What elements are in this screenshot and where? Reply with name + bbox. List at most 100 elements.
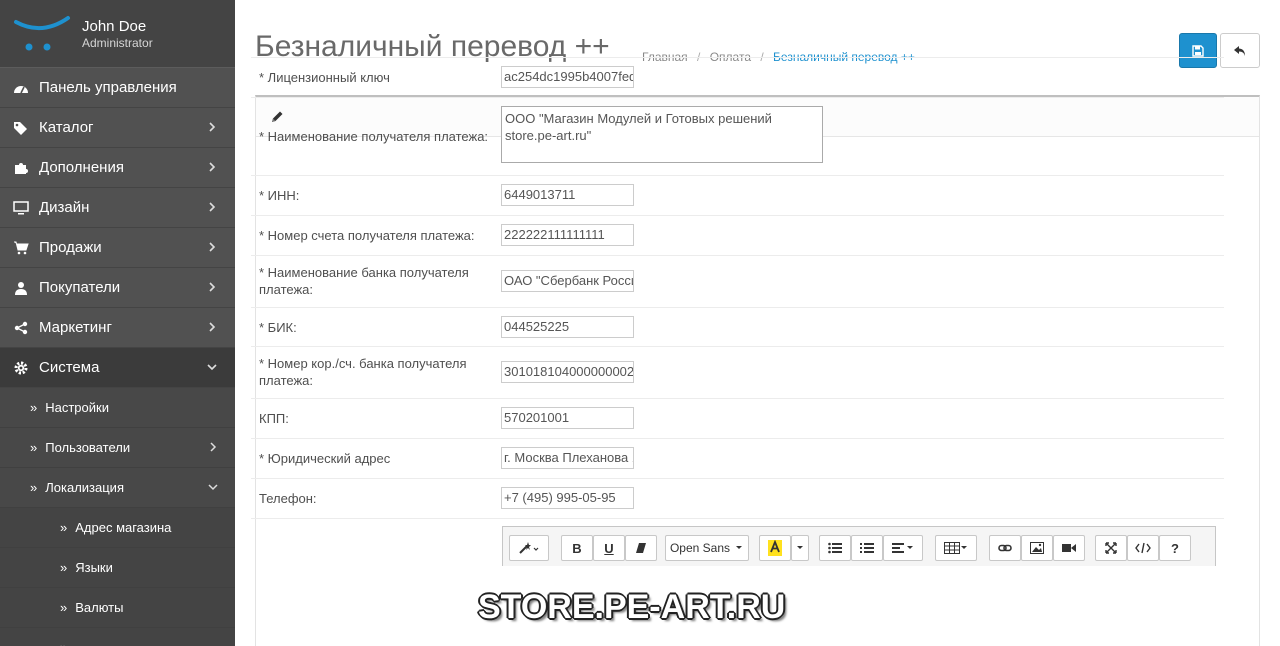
text-color-button[interactable] (759, 535, 791, 561)
user-profile[interactable]: John Doe Administrator (0, 0, 235, 68)
field-label: * Наименование получателя платежа: (259, 129, 489, 144)
double-chevron-right-icon: » (30, 400, 38, 415)
kpp-input[interactable]: 570201001 (501, 407, 634, 429)
field-label: * Наименование банка получателя платежа: (259, 265, 469, 297)
settings-form: * Лицензионный ключ ac254dc1995b4007fed … (251, 57, 1224, 538)
submenu-store-location[interactable]: » Адрес магазина (0, 508, 235, 548)
menu-label: Панель управления (39, 79, 177, 96)
submenu-label: Адрес магазина (75, 520, 172, 535)
unordered-list-button[interactable] (819, 535, 851, 561)
text-color-dropdown[interactable] (791, 535, 809, 561)
menu-customers[interactable]: Покупатели (0, 268, 235, 308)
chevron-down-icon (207, 364, 217, 371)
font-color-icon (768, 540, 782, 556)
submenu-label: Настройки (45, 400, 109, 415)
cart-icon (12, 241, 30, 255)
chevron-down-icon (208, 484, 218, 491)
share-icon (12, 321, 30, 335)
double-chevron-right-icon: » (30, 440, 38, 455)
image-button[interactable] (1021, 535, 1053, 561)
form-row-recipient-name: * Наименование получателя платежа: ООО "… (251, 97, 1224, 175)
gear-icon (12, 360, 30, 376)
list-ol-icon (860, 543, 874, 553)
code-icon (1135, 542, 1151, 554)
bold-button[interactable]: B (561, 535, 593, 561)
bik-input[interactable]: 044525225 (501, 316, 634, 338)
form-row-kpp: КПП: 570201001 (251, 398, 1224, 438)
magic-wand-icon (519, 542, 539, 554)
menu-catalog[interactable]: Каталог (0, 108, 235, 148)
submenu-settings[interactable]: » Настройки (0, 388, 235, 428)
chevron-right-icon (209, 202, 216, 212)
phone-input[interactable]: +7 (495) 995-05-95 (501, 487, 634, 509)
form-row-bik: * БИК: 044525225 (251, 307, 1224, 346)
menu-dashboard[interactable]: Панель управления (0, 68, 235, 108)
code-view-button[interactable] (1127, 535, 1159, 561)
link-button[interactable] (989, 535, 1021, 561)
ordered-list-button[interactable] (851, 535, 883, 561)
chevron-right-icon (209, 322, 216, 332)
back-button[interactable] (1220, 33, 1260, 68)
legal-address-input[interactable]: г. Москва Плеханова 1 (501, 447, 634, 469)
form-row-license-key: * Лицензионный ключ ac254dc1995b4007fed (251, 57, 1224, 97)
double-chevron-right-icon: » (60, 520, 68, 535)
field-label: * Номер кор./сч. банка получателя платеж… (259, 356, 467, 388)
menu-label: Дизайн (39, 199, 90, 216)
field-label: * Юридический адрес (259, 451, 391, 466)
submenu-partial-item[interactable]: » (0, 628, 235, 646)
license-key-input[interactable]: ac254dc1995b4007fed (501, 66, 634, 88)
corr-account-input[interactable]: 30101810400000000225 (501, 361, 634, 383)
tags-icon (12, 121, 30, 135)
submenu-currencies[interactable]: » Валюты (0, 588, 235, 628)
help-button[interactable]: ? (1159, 535, 1191, 561)
recipient-name-textarea[interactable]: ООО "Магазин Модулей и Готовых решений s… (501, 106, 823, 163)
paragraph-align-button[interactable] (883, 535, 923, 561)
submenu-label: Пользователи (45, 440, 131, 455)
dashboard-icon (12, 81, 30, 95)
link-icon (998, 544, 1012, 552)
rich-text-editor: B U Open Sans ? (502, 526, 1216, 566)
menu-label: Каталог (39, 119, 94, 136)
fullscreen-button[interactable] (1095, 535, 1127, 561)
chevron-right-icon (210, 442, 217, 452)
form-row-phone: Телефон: +7 (495) 995-05-95 (251, 478, 1224, 518)
submenu-languages[interactable]: » Языки (0, 548, 235, 588)
menu-extensions[interactable]: Дополнения (0, 148, 235, 188)
desktop-icon (12, 200, 30, 215)
double-chevron-right-icon: » (60, 640, 67, 646)
video-button[interactable] (1053, 535, 1085, 561)
user-role: Administrator (82, 35, 153, 50)
double-chevron-right-icon: » (30, 480, 38, 495)
submenu-users[interactable]: » Пользователи (0, 428, 235, 468)
submenu-label: Валюты (75, 600, 124, 615)
chevron-right-icon (209, 122, 216, 132)
font-family-select[interactable]: Open Sans (665, 535, 749, 561)
underline-button[interactable]: U (593, 535, 625, 561)
eraser-button[interactable] (625, 535, 657, 561)
menu-label: Продажи (39, 239, 102, 256)
account-number-input[interactable]: 222222111111111 (501, 224, 634, 246)
align-left-icon (892, 543, 913, 553)
bank-name-input[interactable]: ОАО "Сбербанк Росси (501, 270, 634, 292)
table-button[interactable] (935, 535, 977, 561)
reply-icon (1234, 45, 1245, 56)
menu-marketing[interactable]: Маркетинг (0, 308, 235, 348)
submenu-localization[interactable]: » Локализация (0, 468, 235, 508)
save-icon (1192, 44, 1204, 57)
caret-down-icon (736, 546, 743, 549)
inn-input[interactable]: 6449013711 (501, 184, 634, 206)
submenu-label: Локализация (45, 480, 124, 495)
field-label: * Номер счета получателя платежа: (259, 228, 475, 243)
menu-system[interactable]: Система (0, 348, 235, 388)
menu-label: Дополнения (39, 159, 124, 176)
eraser-icon (636, 543, 646, 553)
menu-label: Маркетинг (39, 319, 112, 336)
form-row-bank-name: * Наименование банка получателя платежа:… (251, 255, 1224, 307)
menu-label: Система (39, 359, 100, 376)
list-ul-icon (828, 542, 842, 554)
caret-down-icon (797, 546, 803, 549)
menu-sales[interactable]: Продажи (0, 228, 235, 268)
magic-wand-button[interactable] (509, 535, 549, 561)
menu-design[interactable]: Дизайн (0, 188, 235, 228)
user-icon (12, 281, 30, 295)
